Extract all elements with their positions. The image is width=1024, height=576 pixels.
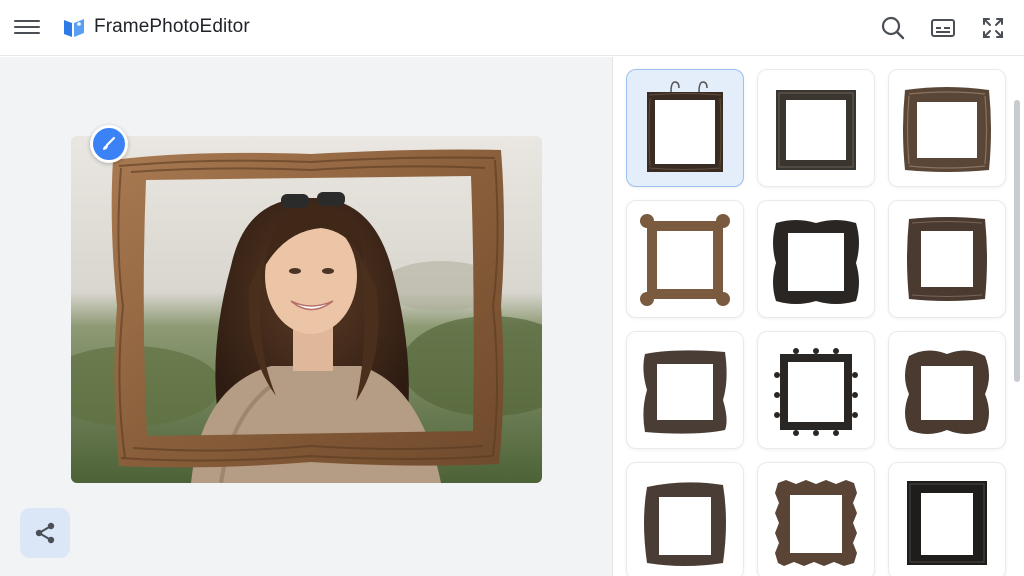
search-icon[interactable] — [879, 14, 907, 42]
frame-tile-rough-wood[interactable] — [626, 462, 744, 576]
brush-icon — [103, 136, 116, 150]
frame-curvy-dark-thumbnail — [905, 350, 989, 434]
frame-studded-black-thumbnail — [774, 348, 858, 436]
frame-wavy-black-thumbnail — [773, 220, 859, 304]
frame-rounded-corner-thumbnail — [640, 214, 730, 306]
photo-preview — [71, 136, 542, 483]
frame-tile-ornate-carved[interactable] — [888, 69, 1006, 187]
frame-tile-driftwood[interactable] — [626, 331, 744, 449]
fullscreen-icon[interactable] — [979, 14, 1007, 42]
app-logo-icon — [64, 19, 84, 37]
frame-tile-rustic-carved[interactable] — [888, 200, 1006, 318]
frame-square-dark-thumbnail — [776, 90, 856, 170]
caption-icon[interactable] — [929, 14, 957, 42]
app-title: FramePhotoEditor — [94, 16, 250, 37]
frame-gallery — [613, 57, 1024, 576]
edit-frame-button[interactable] — [90, 125, 128, 163]
frame-tile-jagged-brown[interactable] — [757, 462, 875, 576]
frame-hanging-dark-wood-thumbnail — [647, 81, 723, 172]
frame-tile-square-dark[interactable] — [757, 69, 875, 187]
frame-rough-wood-thumbnail — [644, 482, 726, 566]
framed-photo[interactable] — [71, 136, 542, 483]
share-icon — [35, 522, 55, 544]
frame-jagged-brown-thumbnail — [775, 480, 857, 566]
frame-tile-hanging-dark-wood[interactable] — [626, 69, 744, 187]
frame-rustic-carved-thumbnail — [907, 217, 987, 301]
frame-tile-wavy-black[interactable] — [757, 200, 875, 318]
top-app-bar: FramePhotoEditor — [0, 0, 1024, 56]
share-button[interactable] — [20, 508, 70, 558]
gallery-scrollbar[interactable] — [1014, 100, 1020, 382]
menu-icon[interactable] — [14, 16, 40, 40]
frame-tile-studded-black[interactable] — [757, 331, 875, 449]
frame-driftwood-thumbnail — [643, 350, 727, 434]
frame-tile-thick-black[interactable] — [888, 462, 1006, 576]
frame-thick-black-thumbnail — [907, 481, 987, 565]
frame-tile-curvy-dark[interactable] — [888, 331, 1006, 449]
frame-tile-rounded-corner[interactable] — [626, 200, 744, 318]
frame-ornate-carved-thumbnail — [903, 87, 991, 172]
